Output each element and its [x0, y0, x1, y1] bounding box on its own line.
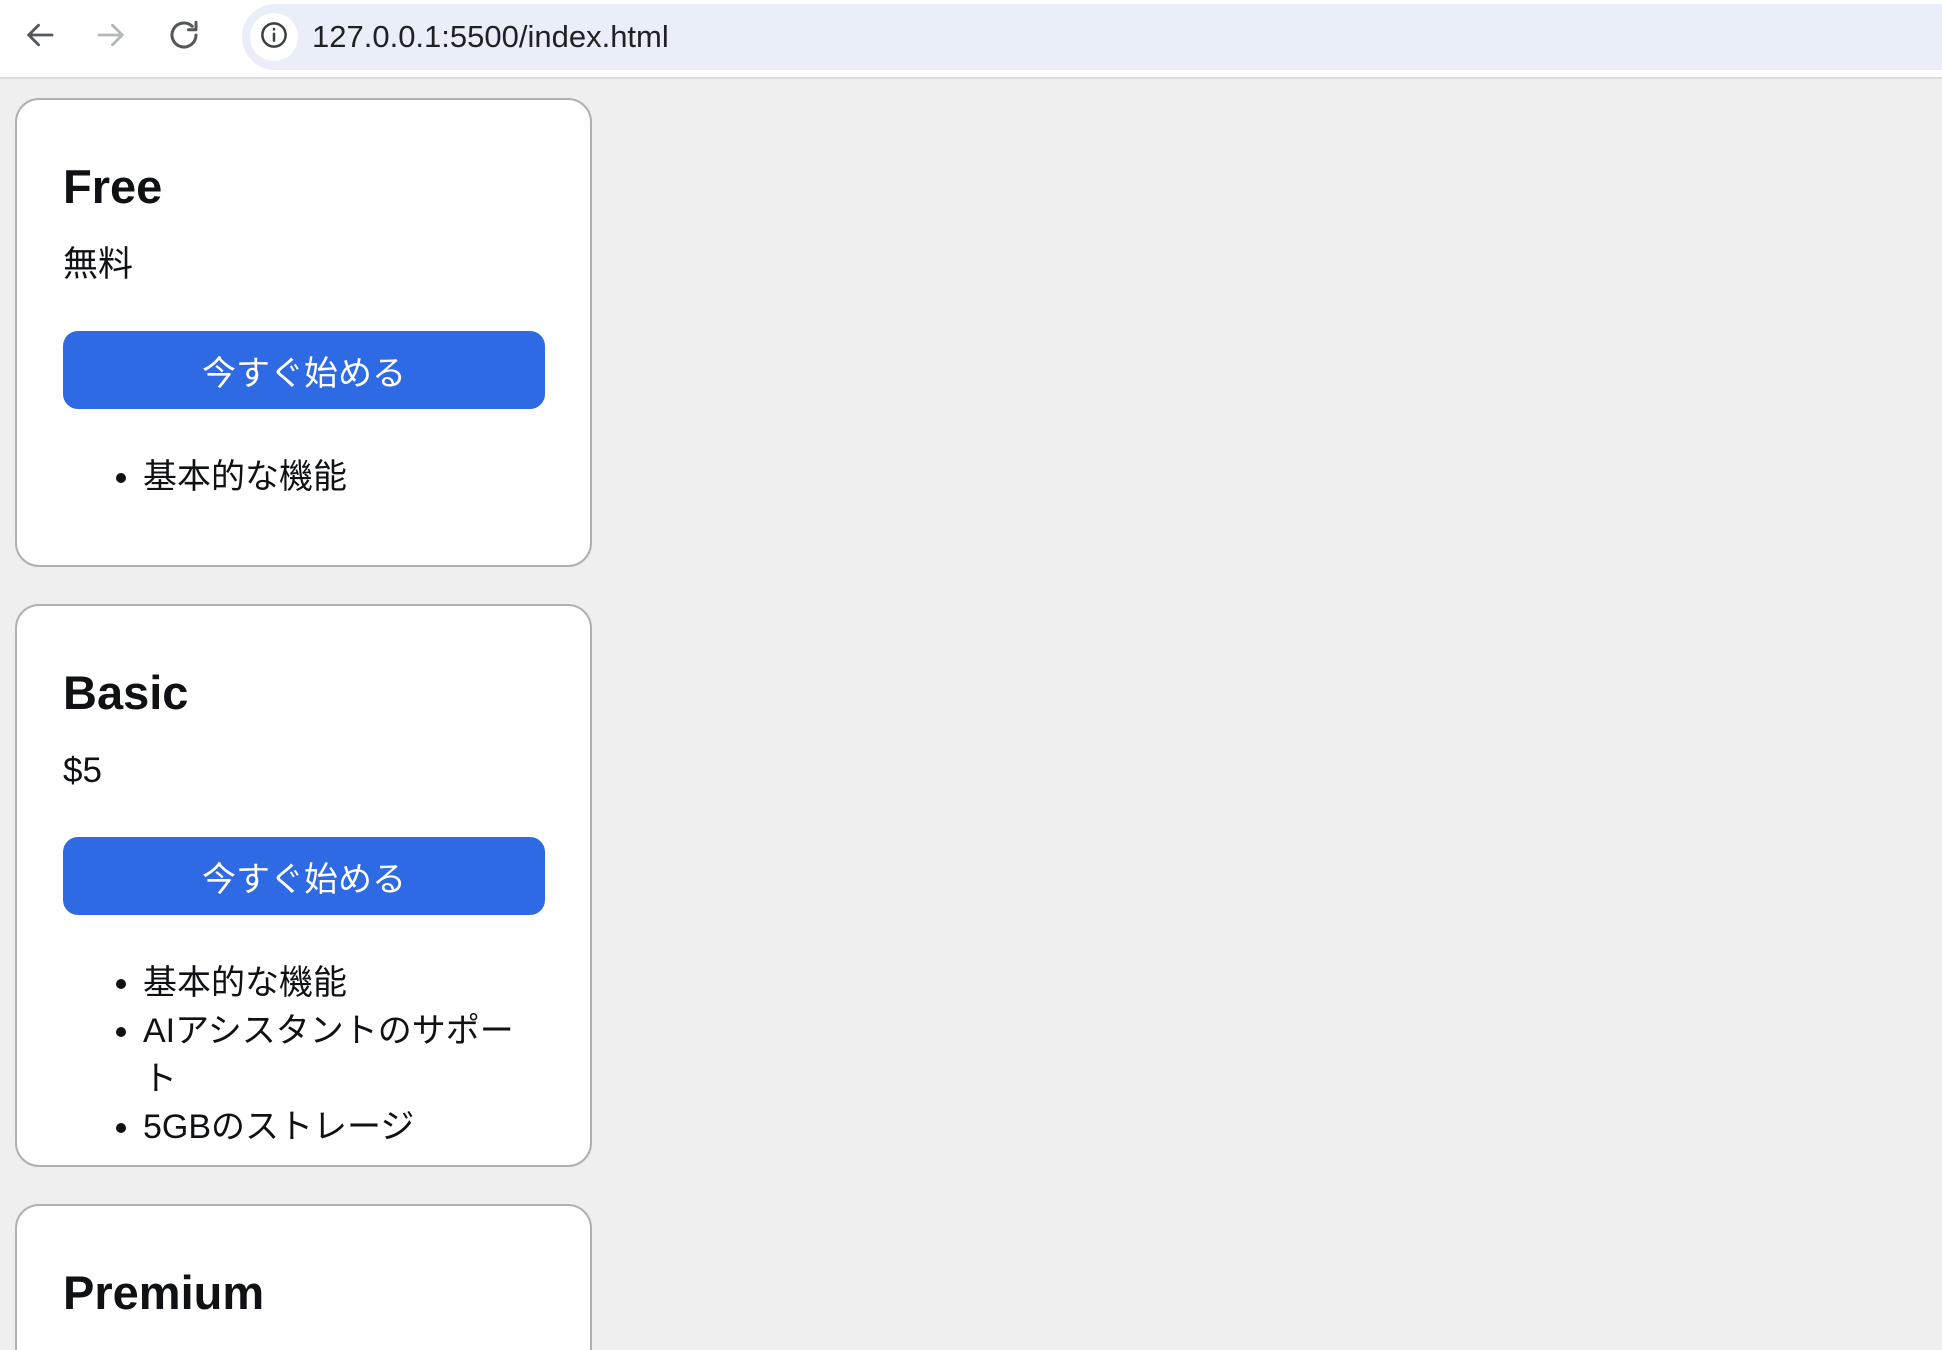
forward-button[interactable] [92, 17, 130, 55]
feature-list: 基本的な機能 [63, 453, 545, 501]
plan-price: 無料 [63, 244, 545, 285]
start-now-button[interactable]: 今すぐ始める [63, 837, 545, 915]
plan-price: $5 [63, 750, 545, 791]
plan-title: Premium [63, 1265, 545, 1320]
plan-title: Free [63, 159, 545, 214]
url-text: 127.0.0.1:5500/index.html [312, 4, 669, 70]
plan-title: Basic [63, 665, 545, 720]
reload-button[interactable] [165, 17, 203, 55]
arrow-right-icon [93, 17, 129, 56]
pricing-page: Free 無料 今すぐ始める 基本的な機能 Basic $5 今すぐ始める 基本… [0, 79, 1942, 1350]
browser-toolbar: 127.0.0.1:5500/index.html [0, 0, 1942, 79]
feature-item: AIアシスタントのサポート [143, 1007, 545, 1103]
reload-icon [166, 17, 202, 56]
start-now-button[interactable]: 今すぐ始める [63, 331, 545, 409]
plan-card-free: Free 無料 今すぐ始める 基本的な機能 [15, 98, 592, 567]
feature-list: 基本的な機能 AIアシスタントのサポート 5GBのストレージ [63, 959, 545, 1151]
site-info-button[interactable] [250, 13, 298, 61]
back-button[interactable] [21, 17, 59, 55]
plan-card-premium: Premium [15, 1204, 592, 1350]
plan-card-basic: Basic $5 今すぐ始める 基本的な機能 AIアシスタントのサポート 5GB… [15, 604, 592, 1167]
address-bar[interactable]: 127.0.0.1:5500/index.html [242, 4, 1942, 70]
feature-item: 5GBのストレージ [143, 1103, 545, 1151]
info-icon [259, 20, 289, 55]
feature-item: 基本的な機能 [143, 453, 545, 501]
arrow-left-icon [22, 17, 58, 56]
feature-item: 基本的な機能 [143, 959, 545, 1007]
